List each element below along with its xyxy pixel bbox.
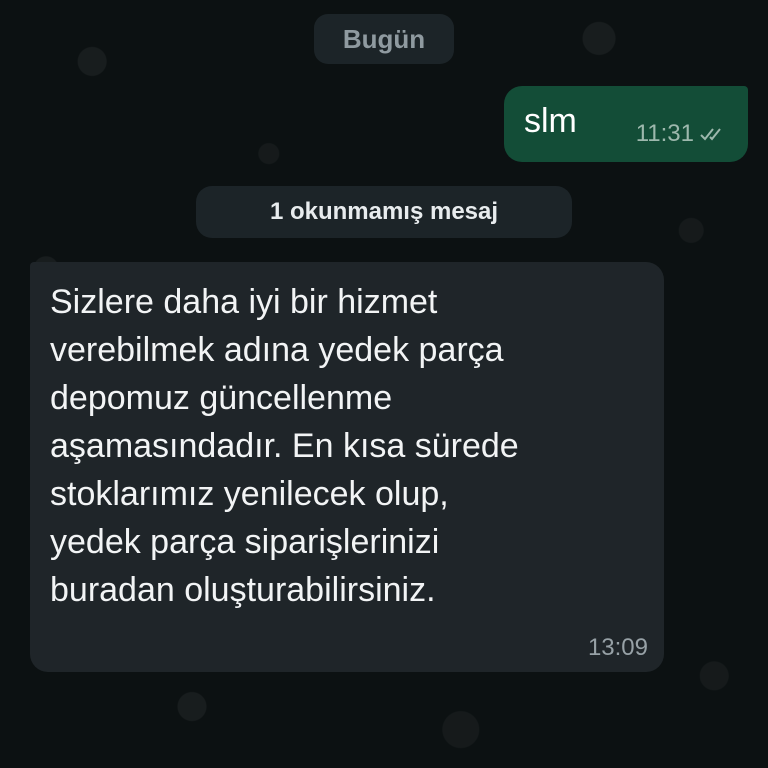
chat-view[interactable]: Bugün slm 11:31 1 okunmamış mesaj Sizler… [0, 0, 768, 768]
double-check-icon [700, 128, 721, 141]
unread-messages-divider: 1 okunmamış mesaj [196, 186, 572, 238]
outgoing-message-text: slm [524, 101, 577, 140]
outgoing-message-time: 11:31 [635, 120, 694, 147]
outgoing-message-meta: 11:31 [636, 120, 728, 148]
incoming-message-text: Sizlere daha iyi bir hizmet verebilmek a… [50, 283, 519, 609]
unread-messages-label: 1 okunmamış mesaj [269, 198, 499, 225]
date-divider: Bugün [314, 14, 454, 64]
incoming-message[interactable]: Sizlere daha iyi bir hizmet verebilmek a… [30, 262, 664, 672]
incoming-message-time: 13:09 [587, 634, 648, 661]
date-divider-label: Bugün [342, 23, 426, 54]
outgoing-message[interactable]: slm 11:31 [504, 86, 748, 162]
